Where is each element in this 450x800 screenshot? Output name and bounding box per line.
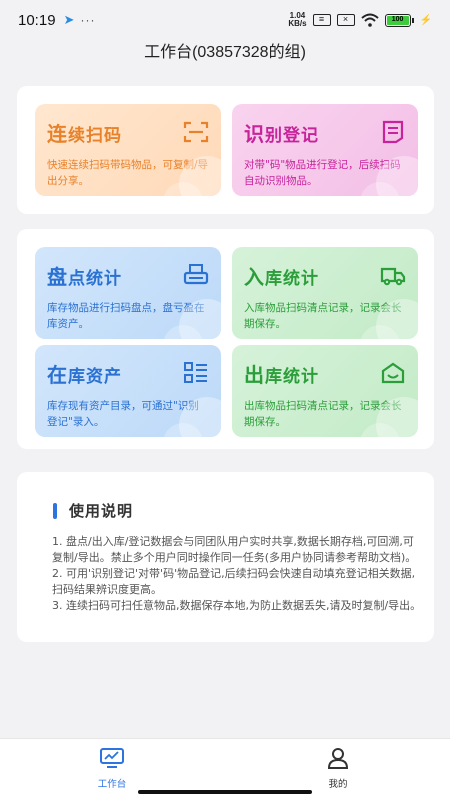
usage-line-3: 3. 连续扫码可扫任意物品,数据保存本地,为防止数据丢失,请及时复制/导出。 <box>52 599 422 612</box>
tab-mine[interactable]: 我的 <box>298 747 378 790</box>
document-icon <box>382 120 404 144</box>
continuous-scan-card[interactable]: 连续扫码 快速连续扫码带码物品，可复制/导出分享。 <box>35 104 221 196</box>
charging-icon: ⚡ <box>419 14 432 26</box>
box-icon <box>381 362 405 384</box>
battery-level: 100 <box>386 15 409 25</box>
page-title: 工作台(03857328的组) <box>144 44 306 61</box>
tab-workbench-label: 工作台 <box>97 779 127 790</box>
truck-icon <box>380 267 406 286</box>
tab-mine-label: 我的 <box>328 779 348 790</box>
user-icon <box>327 748 349 769</box>
status-bar: 10:19 ➤ ··· 1.04 KB/s ≡ × 100 ⚡ <box>0 0 450 40</box>
usage-accent-bar <box>53 502 57 519</box>
inbound-stats-card[interactable]: 入库统计 入库物品扫码清点记录，记录会长期保存。 <box>232 247 418 339</box>
usage-text: 1. 盘点/出入库/登记数据会与同团队用户实时共享,数据长期存档,可回溯,可复制… <box>52 534 422 614</box>
no-sim-icon: × <box>336 14 355 26</box>
usage-instructions-panel: 使用说明 1. 盘点/出入库/登记数据会与同团队用户实时共享,数据长期存档,可回… <box>17 472 434 642</box>
usage-line-1: 1. 盘点/出入库/登记数据会与同团队用户实时共享,数据长期存档,可回溯,可复制… <box>52 535 417 564</box>
monitor-icon <box>100 748 124 768</box>
usage-title: 使用说明 <box>69 502 134 520</box>
more-notifications-icon: ··· <box>80 13 96 27</box>
wifi-icon <box>360 13 379 27</box>
scan-icon <box>183 121 209 143</box>
identify-register-card[interactable]: 识别登记 对带"码"物品进行登记，后续扫码自动识别物品。 <box>232 104 418 196</box>
home-indicator[interactable] <box>138 790 312 794</box>
usage-header: 使用说明 <box>53 500 133 521</box>
status-time: 10:19 <box>18 11 56 29</box>
network-speed-unit: KB/s <box>288 19 307 28</box>
network-speed: 1.04 KB/s <box>288 12 306 28</box>
stock-assets-card[interactable]: 在库资产 库存现有资产目录，可通过"识别登记"录入。 <box>35 345 221 437</box>
battery-icon: 100 <box>384 13 414 27</box>
telegram-icon: ➤ <box>63 12 75 27</box>
inventory-count-card[interactable]: 盘点统计 库存物品进行扫码盘点，盘亏盈在库资产。 <box>35 247 221 339</box>
status-right: 1.04 KB/s ≡ × 100 ⚡ <box>288 12 432 28</box>
list-icon <box>184 362 207 383</box>
quick-actions-panel: 连续扫码 快速连续扫码带码物品，可复制/导出分享。 识别登记 对带"码"物品进行… <box>17 86 434 214</box>
printer-icon <box>183 264 209 285</box>
usage-line-2: 2. 可用'识别登记'对带'码'物品登记,后续扫码会快速自动填充登记相关数据,扫… <box>52 567 416 596</box>
statistics-panel: 盘点统计 库存物品进行扫码盘点，盘亏盈在库资产。 入库统计 入库物品扫码清点记录… <box>17 229 434 449</box>
outbound-stats-card[interactable]: 出库统计 出库物品扫码清点记录，记录会长期保存。 <box>232 345 418 437</box>
vibrate-icon: ≡ <box>312 14 331 26</box>
tab-workbench[interactable]: 工作台 <box>72 747 152 790</box>
